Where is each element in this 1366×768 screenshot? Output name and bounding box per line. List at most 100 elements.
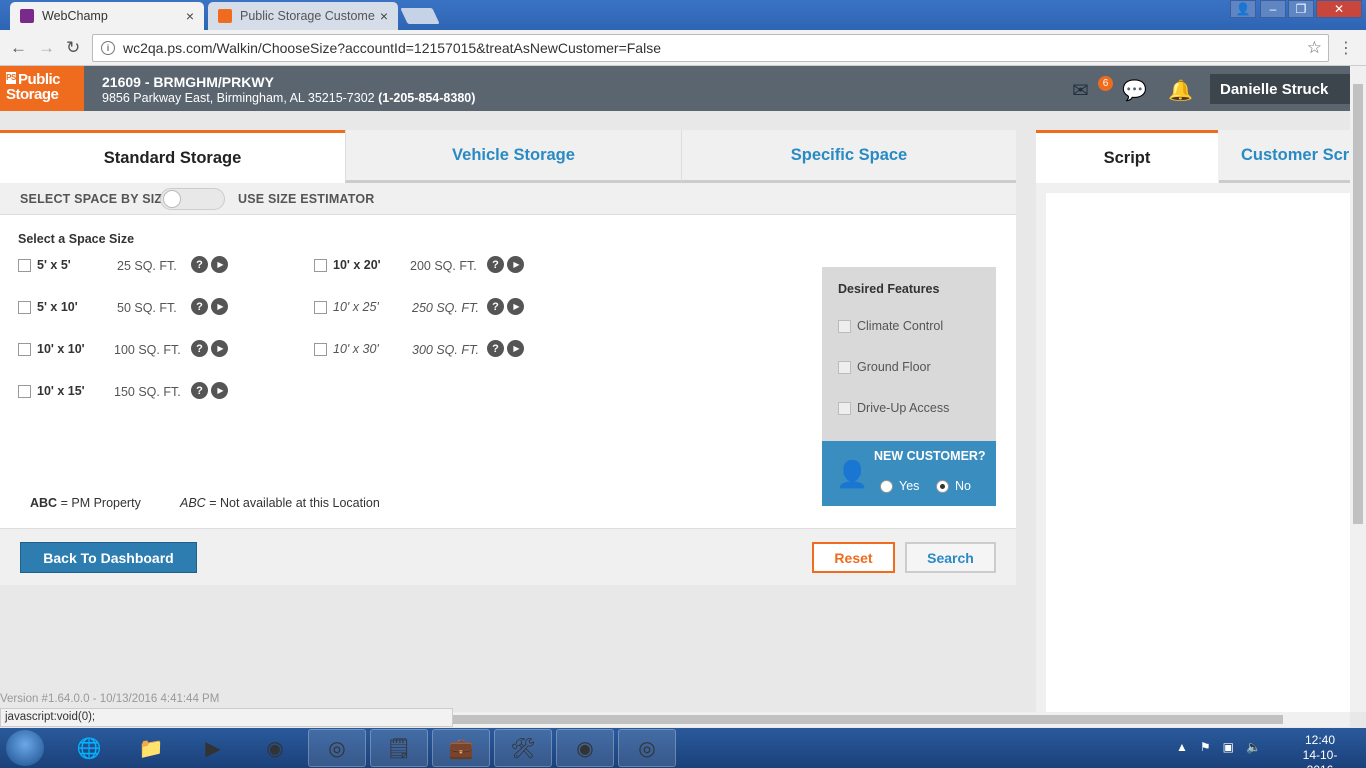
new-customer-no-radio[interactable]: No — [936, 479, 971, 493]
reset-button[interactable]: Reset — [812, 542, 895, 573]
tab-standard-storage[interactable]: Standard Storage — [0, 130, 345, 183]
start-button[interactable] — [6, 730, 44, 766]
size-checkbox[interactable] — [18, 385, 31, 398]
script-content — [1046, 193, 1350, 712]
window-close-button[interactable]: ✕ — [1316, 0, 1362, 18]
url-input[interactable]: i wc2qa.ps.com/Walkin/ChooseSize?account… — [92, 34, 1329, 62]
chrome-icon[interactable]: ◎ — [308, 729, 366, 767]
forward-arrow-icon[interactable]: → — [38, 38, 55, 58]
help-icon[interactable]: ? — [191, 256, 208, 273]
volume-icon[interactable]: 🔈 — [1246, 740, 1261, 754]
tab-script[interactable]: Script — [1036, 130, 1218, 183]
size-checkbox[interactable] — [18, 343, 31, 356]
browser-menu-icon[interactable]: ⋮ — [1338, 38, 1354, 58]
help-icon[interactable]: ? — [487, 340, 504, 357]
help-icon[interactable]: ? — [191, 340, 208, 357]
close-tab-icon[interactable]: × — [186, 8, 194, 24]
minimize-button[interactable]: – — [1260, 0, 1286, 18]
clock-date: 14-10-2016 — [1302, 748, 1338, 768]
info-icon[interactable]: i — [101, 41, 115, 55]
eclipse-icon[interactable]: ◉ — [556, 729, 614, 767]
tools-icon[interactable]: 🛠 — [494, 729, 552, 767]
close-tab-icon[interactable]: × — [380, 8, 388, 24]
size-checkbox[interactable] — [18, 259, 31, 272]
tab-customer-screen[interactable]: Customer Screen — [1219, 130, 1350, 183]
add-person-icon: 👤 — [836, 459, 869, 489]
size-checkbox[interactable] — [314, 301, 327, 314]
play-video-icon[interactable]: ▶ — [211, 256, 228, 273]
maximize-button[interactable]: ❐ — [1288, 0, 1314, 18]
user-menu[interactable]: Danielle Struck — [1210, 74, 1350, 104]
play-video-icon[interactable]: ▶ — [211, 382, 228, 399]
play-video-icon[interactable]: ▶ — [507, 256, 524, 273]
store-name: 21609 - BRMGHM/PRKWY — [102, 74, 274, 90]
sticky-notes-icon[interactable]: 🗒 — [370, 729, 428, 767]
bell-icon[interactable]: 🔔 — [1168, 78, 1193, 103]
chat-icon[interactable]: 💬 — [1122, 78, 1147, 103]
radio-circle[interactable] — [880, 479, 893, 493]
size-square-feet: 150 SQ. FT. — [114, 385, 181, 399]
play-video-icon[interactable]: ▶ — [507, 340, 524, 357]
flag-icon[interactable]: ⚑ — [1200, 740, 1211, 754]
size-option: 10' x 20' 200 SQ. FT. ? ▶ — [314, 256, 534, 276]
windows-taskbar: 🌐 📁 ▶ ◉ ◎ 🗒 💼 🛠 ◉ ◎ ▲ ⚑ ▣ 🔈 12:40 14-10-… — [0, 728, 1366, 768]
size-checkbox[interactable] — [314, 343, 327, 356]
public-storage-logo[interactable]: PS Public Storage — [0, 66, 84, 111]
bookmark-star-icon[interactable]: ☆ — [1307, 38, 1322, 58]
internet-explorer-icon[interactable]: 🌐 — [60, 729, 118, 767]
vertical-scrollbar[interactable] — [1350, 66, 1366, 712]
size-square-feet: 200 SQ. FT. — [410, 259, 477, 273]
scrollbar-thumb[interactable] — [1353, 84, 1363, 524]
eclipse-icon[interactable]: ◉ — [246, 729, 304, 767]
back-to-dashboard-button[interactable]: Back To Dashboard — [20, 542, 197, 573]
new-customer-yes-radio[interactable]: Yes — [880, 479, 919, 493]
browser-tab-webchamp[interactable]: WebChamp × — [10, 2, 204, 30]
feature-drive-up-access[interactable]: Drive-Up Access — [838, 401, 949, 415]
desired-features-panel: Desired Features Climate Control Ground … — [822, 267, 996, 441]
search-button[interactable]: Search — [905, 542, 996, 573]
app-header: PS Public Storage 21609 - BRMGHM/PRKWY 98… — [0, 66, 1350, 111]
tab-specific-space[interactable]: Specific Space — [681, 130, 1016, 183]
feature-checkbox[interactable] — [838, 401, 851, 415]
size-option: 10' x 15' 150 SQ. FT. ? ▶ — [18, 382, 238, 402]
new-tab-button[interactable] — [400, 8, 440, 24]
taskbar-clock[interactable]: 12:40 14-10-2016 — [1290, 733, 1350, 768]
mail-icon[interactable]: ✉ — [1072, 78, 1089, 103]
back-arrow-icon[interactable]: ← — [10, 38, 27, 58]
play-video-icon[interactable]: ▶ — [211, 340, 228, 357]
reload-icon[interactable]: ↻ — [66, 38, 80, 58]
tab-vehicle-storage[interactable]: Vehicle Storage — [345, 130, 681, 183]
size-dimensions: 5' x 10' — [37, 300, 78, 314]
radio-label: No — [955, 479, 971, 493]
size-mode-toggle[interactable] — [160, 188, 225, 210]
scrollbar-thumb[interactable] — [453, 715, 1283, 724]
chrome-icon[interactable]: ◎ — [618, 729, 676, 767]
feature-label: Drive-Up Access — [857, 401, 950, 415]
profile-icon[interactable]: 👤 — [1230, 0, 1256, 18]
size-checkbox[interactable] — [314, 259, 327, 272]
size-square-feet: 250 SQ. FT. — [412, 301, 479, 315]
legend-abc-italic: ABC — [180, 496, 206, 510]
feature-ground-floor[interactable]: Ground Floor — [838, 360, 931, 374]
browser-tab-public-storage[interactable]: Public Storage Customer × — [208, 2, 398, 30]
size-checkbox[interactable] — [18, 301, 31, 314]
lync-icon[interactable]: 💼 — [432, 729, 490, 767]
play-video-icon[interactable]: ▶ — [211, 298, 228, 315]
horizontal-scrollbar[interactable] — [453, 712, 1350, 727]
radio-circle-selected[interactable] — [936, 479, 949, 493]
radio-label: Yes — [899, 479, 920, 493]
feature-climate-control[interactable]: Climate Control — [838, 319, 943, 333]
choose-size-panel: Standard Storage Vehicle Storage Specifi… — [0, 130, 1016, 585]
help-icon[interactable]: ? — [191, 382, 208, 399]
tray-expand-icon[interactable]: ▲ — [1176, 740, 1188, 754]
help-icon[interactable]: ? — [487, 256, 504, 273]
play-video-icon[interactable]: ▶ — [507, 298, 524, 315]
toggle-knob — [163, 190, 181, 208]
feature-checkbox[interactable] — [838, 319, 851, 333]
network-icon[interactable]: ▣ — [1223, 740, 1234, 754]
help-icon[interactable]: ? — [487, 298, 504, 315]
file-explorer-icon[interactable]: 📁 — [122, 729, 180, 767]
feature-checkbox[interactable] — [838, 360, 851, 374]
help-icon[interactable]: ? — [191, 298, 208, 315]
media-player-icon[interactable]: ▶ — [184, 729, 242, 767]
